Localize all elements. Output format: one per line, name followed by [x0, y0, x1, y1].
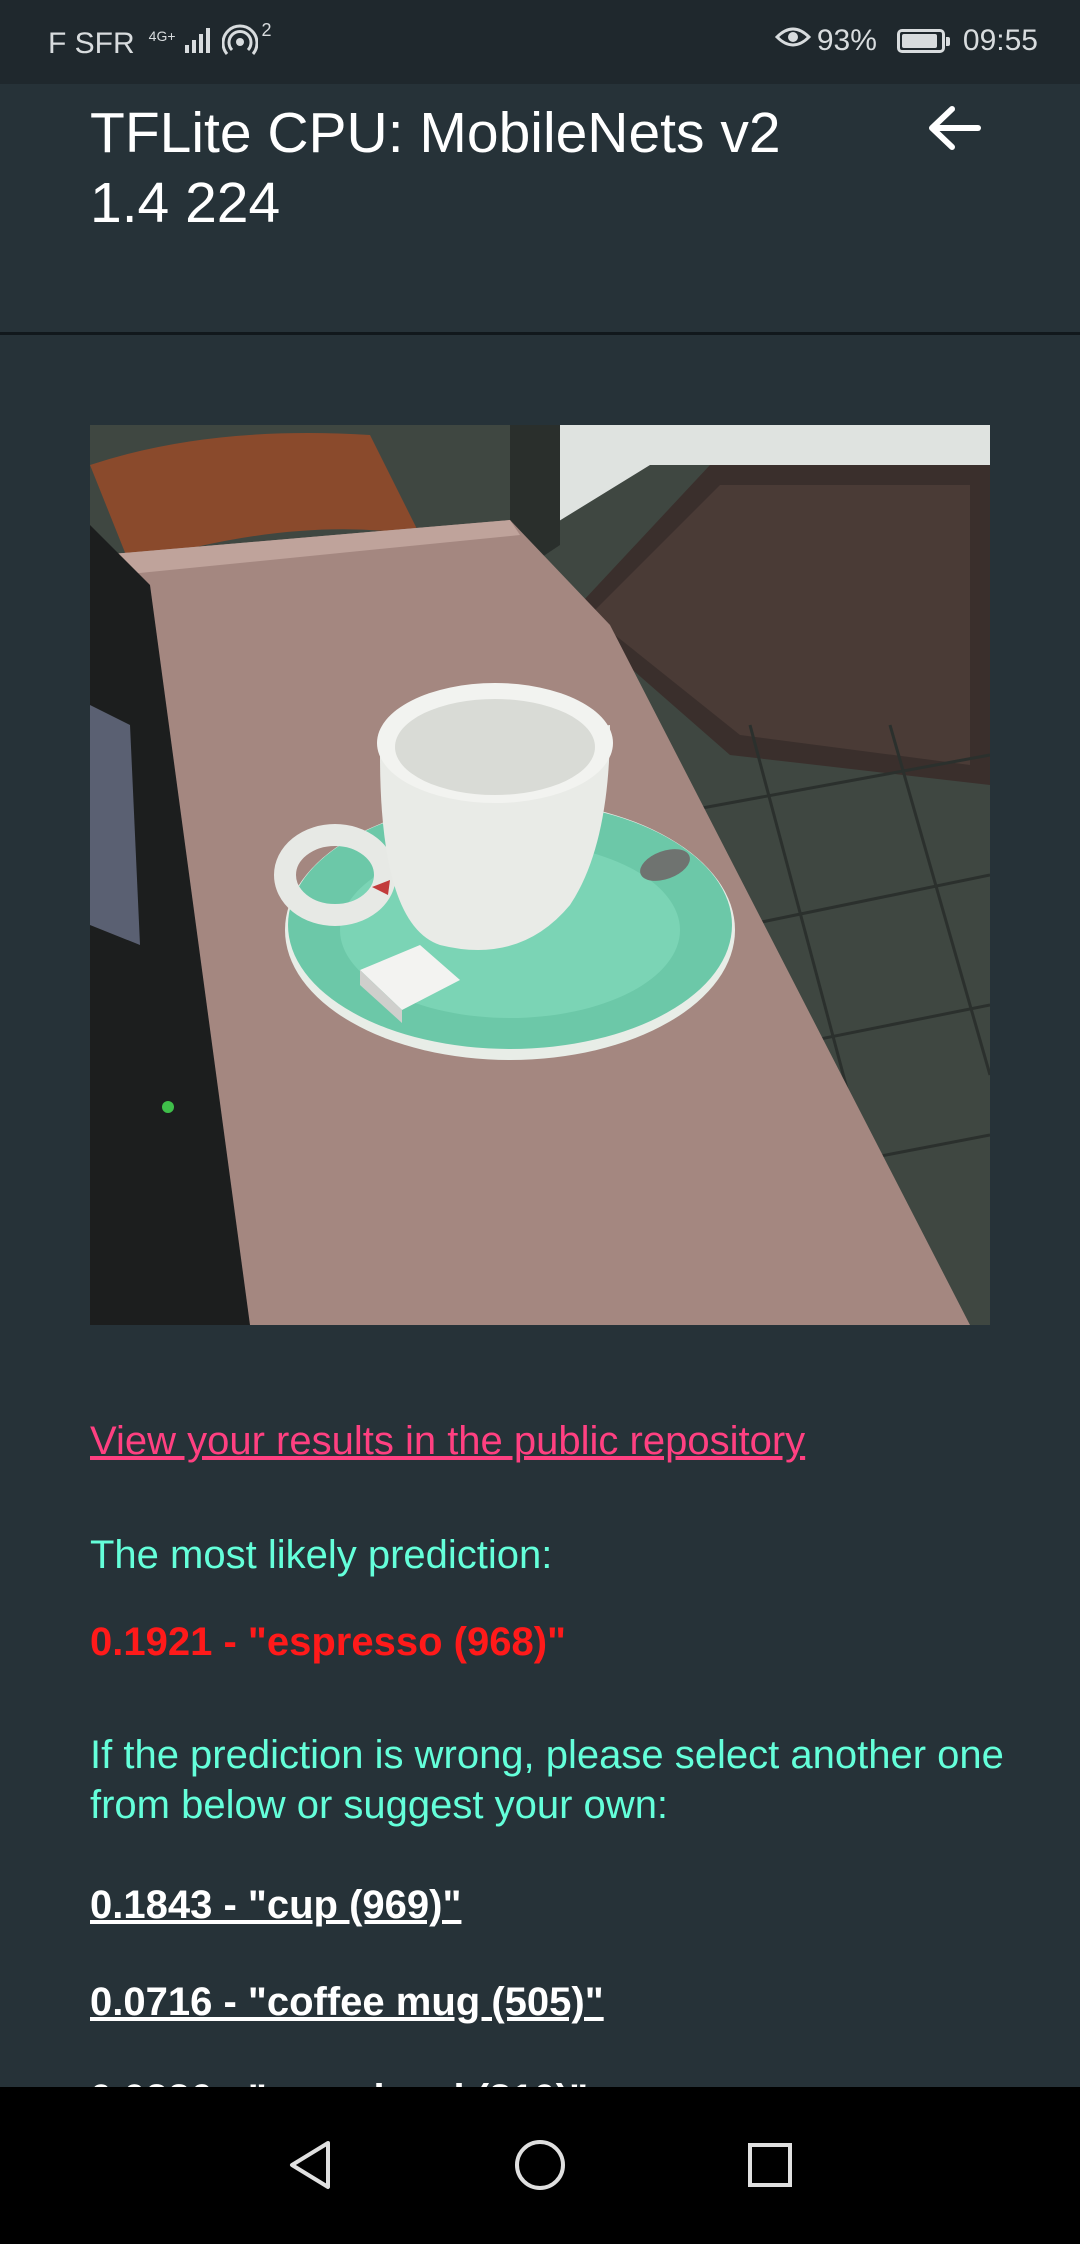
nav-back-button[interactable]	[270, 2127, 350, 2207]
public-repository-link[interactable]: View your results in the public reposito…	[90, 1419, 805, 1464]
most-likely-label: The most likely prediction:	[90, 1533, 553, 1577]
classified-photo	[90, 425, 990, 1325]
square-recents-icon	[742, 2137, 798, 2198]
arrow-left-icon	[926, 104, 982, 157]
circle-home-icon	[512, 2137, 568, 2198]
signal-icon	[184, 25, 214, 63]
status-bar: F SFR 4G+ 2 93% 09:55	[0, 0, 1080, 84]
alternative-prediction-item[interactable]: 0.0716 - "coffee mug (505)"	[90, 1977, 604, 2074]
clock: 09:55	[962, 24, 1038, 57]
alternative-predictions-list: 0.1843 - "cup (969)" 0.0716 - "coffee mu…	[90, 1880, 604, 2087]
top-prediction: 0.1921 - "espresso (968)"	[90, 1620, 566, 1664]
battery-icon	[896, 29, 950, 53]
status-right: 93% 09:55	[774, 24, 1038, 58]
eye-comfort-icon	[774, 24, 811, 58]
triangle-back-icon	[282, 2137, 338, 2198]
hotspot-icon	[221, 24, 258, 64]
alternative-prediction-item[interactable]: 0.0326 - "soup bowl (810)"	[90, 2074, 604, 2087]
page-title: TFLite CPU: MobileNets v2 1.4 224	[90, 101, 781, 235]
battery-level-fill	[901, 34, 938, 48]
carrier-label: F SFR	[48, 27, 135, 60]
system-navigation-bar	[0, 2087, 1080, 2244]
wrong-prediction-help: If the prediction is wrong, please selec…	[90, 1733, 1004, 1827]
hotspot-count: 2	[261, 19, 272, 40]
app-bar: TFLite CPU: MobileNets v2 1.4 224	[0, 84, 1080, 335]
results-content[interactable]: View your results in the public reposito…	[0, 335, 1080, 2087]
battery-percent: 93%	[816, 24, 877, 57]
status-left: F SFR 4G+ 2	[48, 20, 272, 64]
nav-home-button[interactable]	[500, 2127, 580, 2207]
alternative-prediction-item[interactable]: 0.1843 - "cup (969)"	[90, 1880, 604, 1977]
network-type-badge: 4G+	[148, 28, 176, 44]
nav-recents-button[interactable]	[730, 2127, 810, 2207]
back-button[interactable]	[918, 94, 990, 166]
